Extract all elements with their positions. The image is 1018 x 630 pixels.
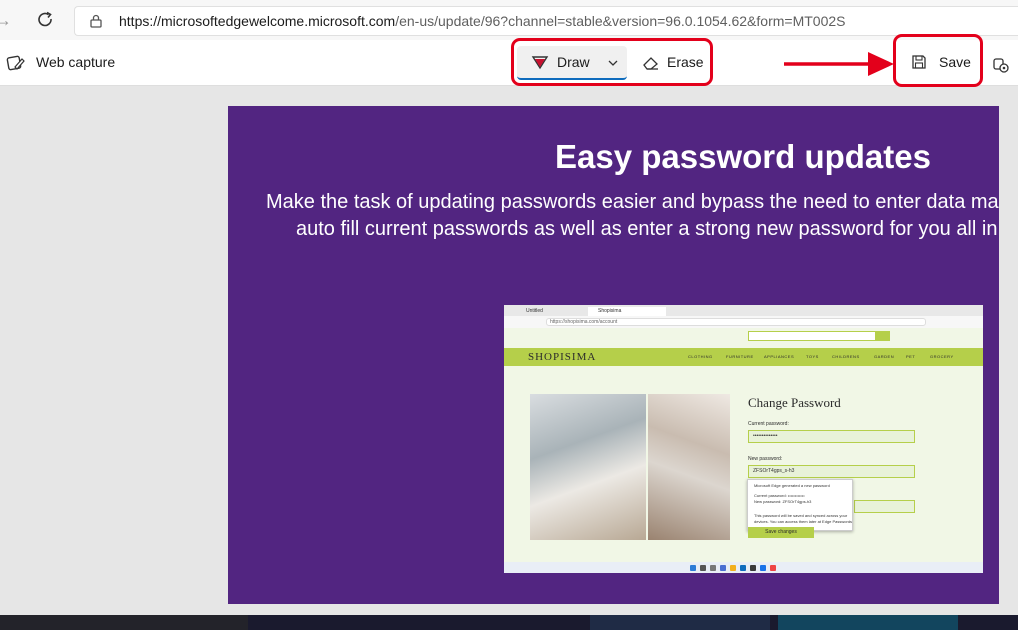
inner-search-field (748, 331, 876, 341)
inner-nav-item: CHILDRENS (832, 354, 860, 359)
inner-nav-item: GARDEN (874, 354, 895, 359)
inner-product-photo-1 (530, 394, 646, 540)
inner-nav-item: FURNITURE (726, 354, 754, 359)
popup-line: devices. You can access them later at Ed… (754, 519, 853, 524)
inner-save-changes-button: Save changes (748, 527, 814, 538)
refresh-icon[interactable] (36, 10, 56, 30)
media-icon (770, 565, 776, 571)
mail-icon (760, 565, 766, 571)
inner-nav-item: GROCERY (930, 354, 954, 359)
url-text: https://microsoftedgewelcome.microsoft.c… (119, 13, 845, 29)
inner-new-password-field: ZFSOrT4gps_s-h3 (748, 465, 915, 478)
inner-change-password-title: Change Password (748, 395, 841, 410)
popup-line: Microsoft Edge generated a new password (754, 483, 830, 488)
inner-site-logo: SHOPISIMA (528, 351, 597, 363)
inner-nav-item: CLOTHING (688, 354, 713, 359)
inner-tab-strip: Untitled Shopisima (504, 305, 983, 316)
hero-description-line1: Make the task of updating passwords easi… (266, 191, 999, 213)
url-path: /en-us/update/96?channel=stable&version=… (395, 13, 846, 29)
inner-nav-item: PET (906, 354, 916, 359)
inner-url: https://shopisima.com/account (546, 318, 926, 326)
inner-screenshot: Untitled Shopisima https://shopisima.com… (504, 305, 983, 573)
inner-current-password-field: •••••••••••••• (748, 430, 915, 443)
inner-product-photo-2 (648, 394, 730, 540)
windows-icon (690, 565, 696, 571)
inner-address-bar: https://shopisima.com/account (504, 316, 983, 328)
address-bar-row: → https://microsoftedgewelcome.microsoft… (0, 0, 1018, 40)
copy-settings-icon[interactable] (992, 56, 1010, 74)
bottom-strip-segment (0, 615, 248, 630)
inner-nav-item: APPLIANCES (764, 354, 795, 359)
inner-site-topbar (504, 328, 983, 348)
hero-panel: Easy password updates Make the task of u… (228, 106, 999, 604)
draw-erase-highlight-box (511, 38, 713, 86)
inner-current-password-label: Current password: (748, 421, 789, 427)
inner-page-body: Change Password Current password: ••••••… (504, 366, 983, 562)
web-capture-title: Web capture (36, 54, 116, 70)
inner-new-password-label: New password: (748, 456, 783, 462)
inner-tab-1: Untitled (516, 307, 586, 316)
url-host: https://microsoftedgewelcome.microsoft.c… (119, 13, 396, 29)
search-icon (700, 565, 706, 571)
inner-search-icon (876, 331, 890, 341)
popup-line: Current password: •••••••••••• (754, 493, 805, 498)
inner-confirm-password-field (854, 500, 915, 513)
hero-description-line2: auto fill current passwords as well as e… (296, 218, 998, 240)
bottom-strip-segment (590, 615, 770, 630)
url-field[interactable]: https://microsoftedgewelcome.microsoft.c… (74, 6, 1018, 36)
hero-title: Easy password updates (555, 138, 931, 175)
popup-line: This password will be saved and synced a… (754, 513, 848, 518)
arrow-right-icon (784, 48, 896, 78)
bottom-strip-segment (778, 615, 958, 630)
edge-icon (740, 565, 746, 571)
folder-icon (730, 565, 736, 571)
store-icon (750, 565, 756, 571)
save-highlight-box (893, 34, 983, 87)
inner-taskbar (504, 562, 983, 573)
inner-password-suggestion-popup: Microsoft Edge generated a new password … (747, 479, 853, 531)
forward-icon[interactable]: → (0, 10, 14, 30)
widgets-icon (720, 565, 726, 571)
taskview-icon (710, 565, 716, 571)
inner-tab-2: Shopisima (588, 307, 666, 316)
inner-site-nav: SHOPISIMA CLOTHING FURNITURE APPLIANCES … (504, 348, 983, 366)
web-capture-icon (6, 53, 26, 73)
popup-line: New password: ZFSOrT4gps-h3 (754, 499, 812, 504)
inner-nav-item: TOYS (806, 354, 819, 359)
lock-icon[interactable] (89, 14, 103, 28)
